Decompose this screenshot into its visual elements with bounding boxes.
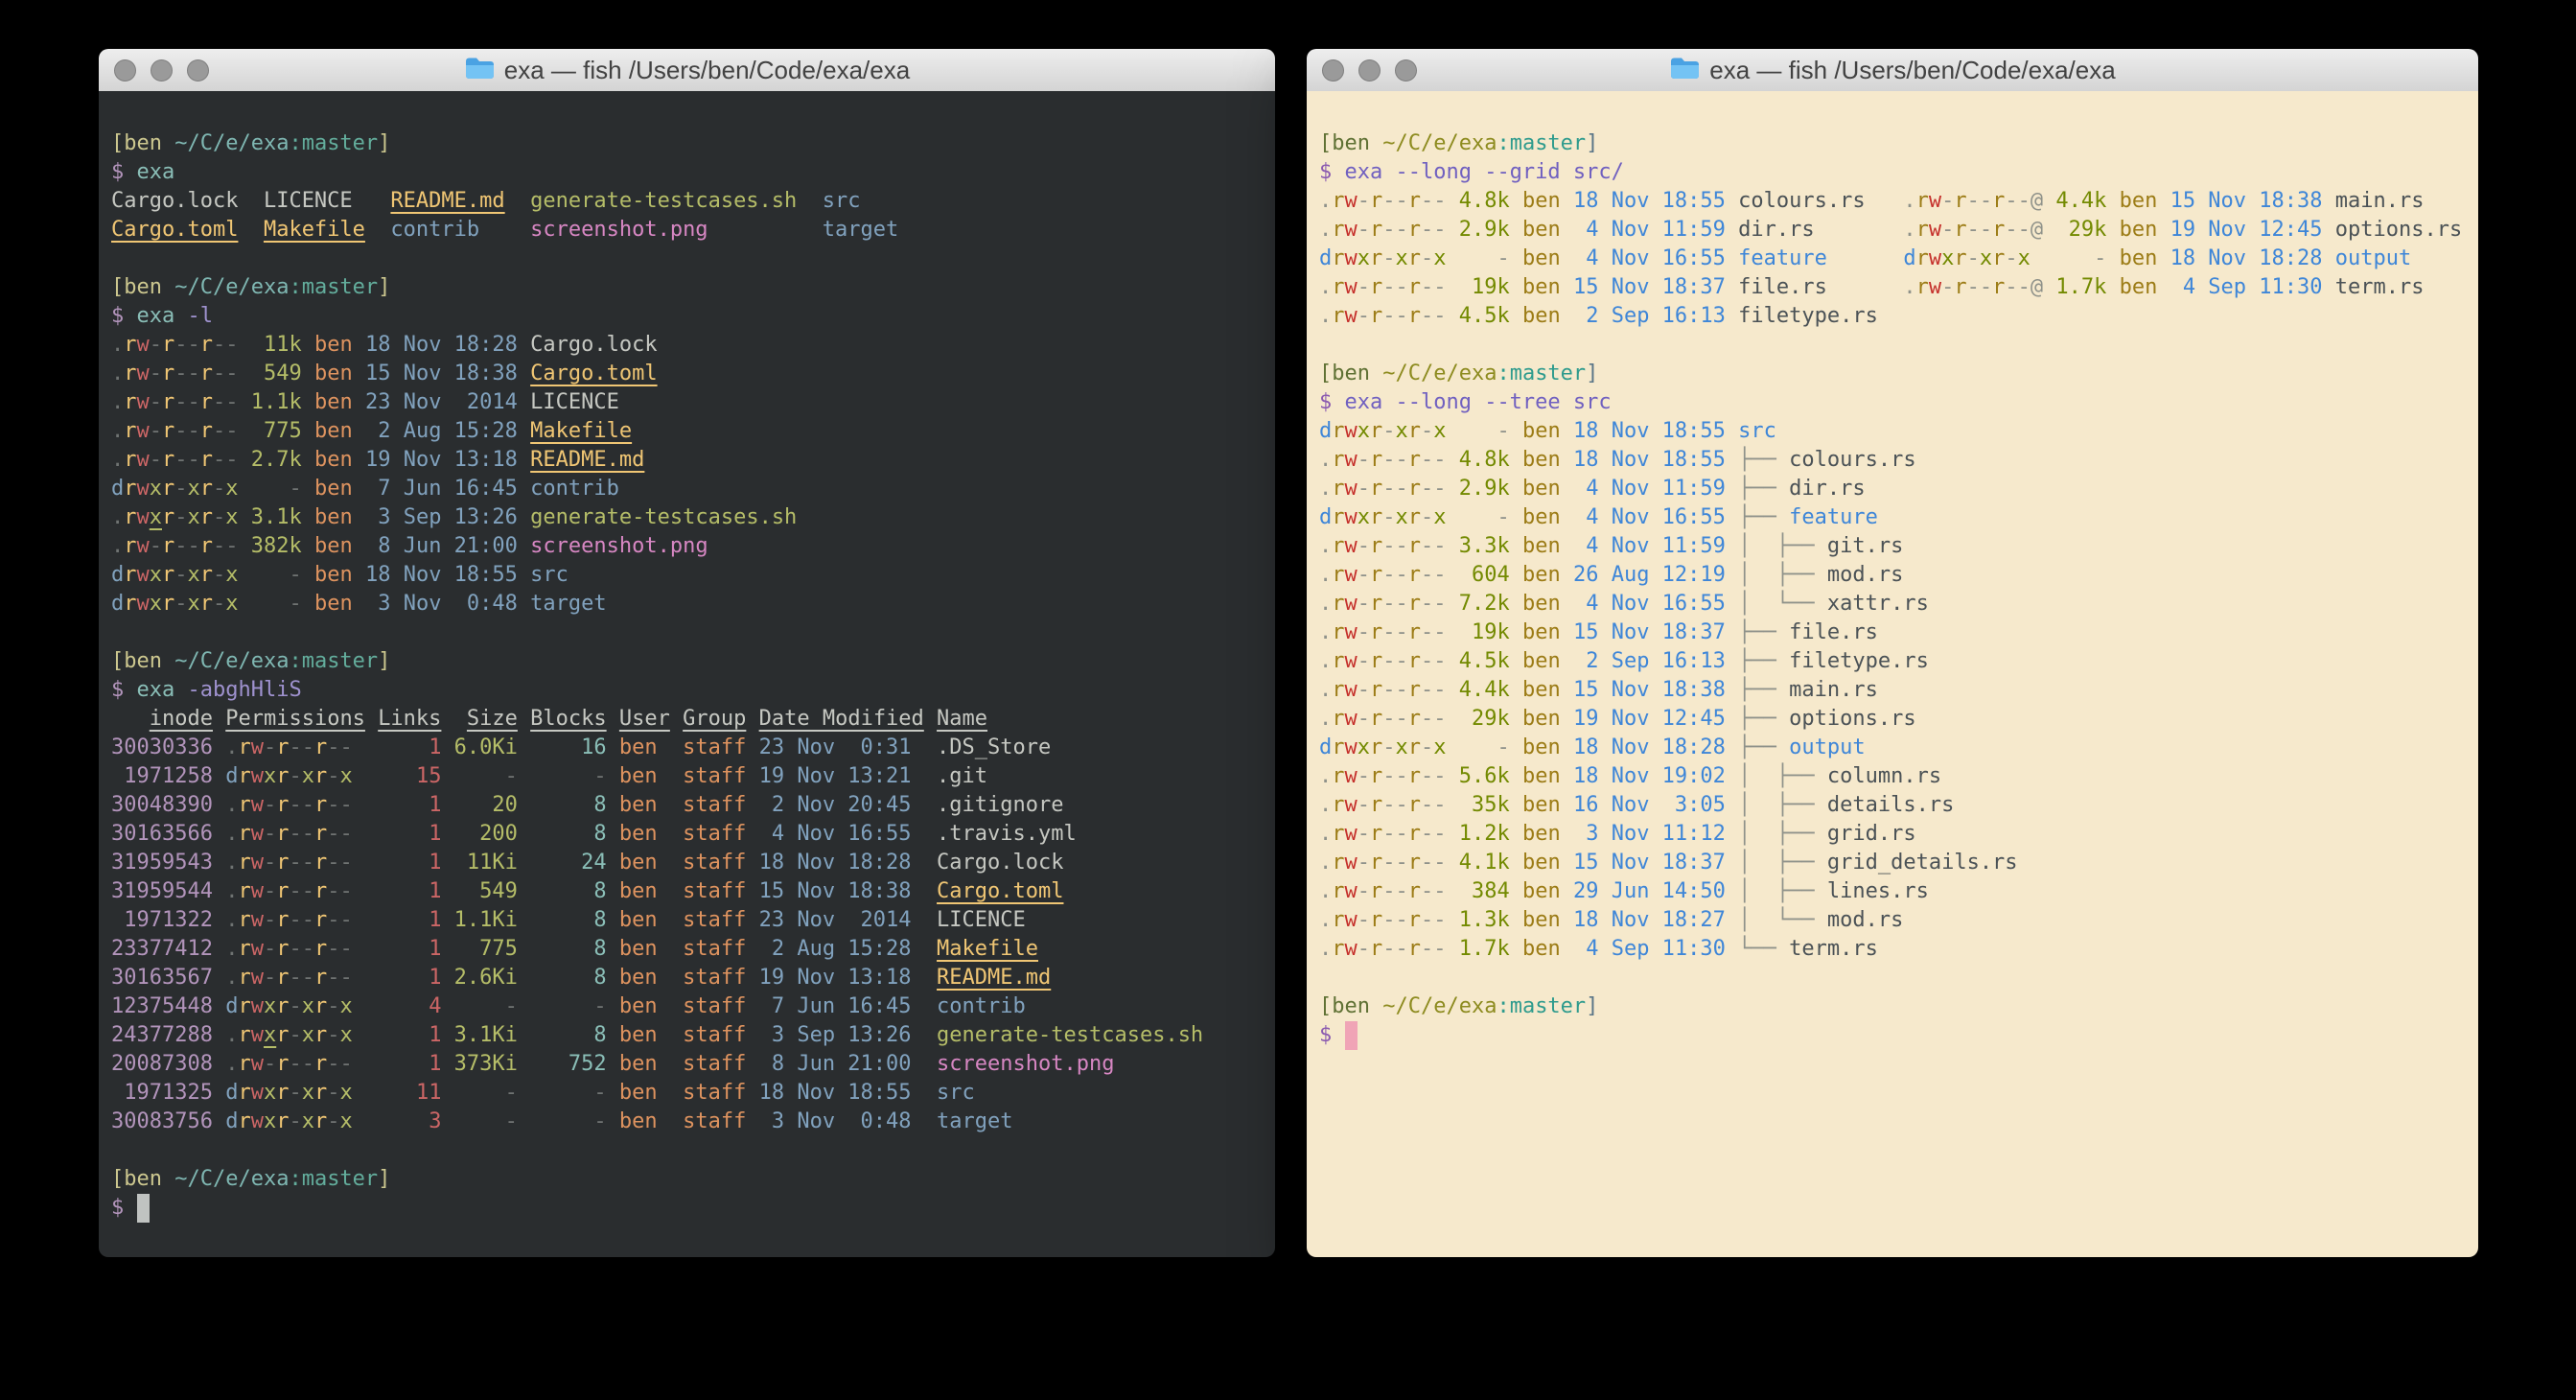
terminal-line: $ exa -l bbox=[111, 302, 1263, 331]
zoom-button[interactable] bbox=[1395, 59, 1417, 82]
terminal-line: .rw-r--r-- 3.3k ben 4 Nov 11:59 │ ├── gi… bbox=[1319, 532, 2466, 561]
terminal-line: 23377412 .rw-r--r-- 1 775 8 ben staff 2 … bbox=[111, 935, 1263, 964]
terminal-line: 31959544 .rw-r--r-- 1 549 8 ben staff 15… bbox=[111, 877, 1263, 906]
terminal-line: 30030336 .rw-r--r-- 1 6.0Ki 16 ben staff… bbox=[111, 734, 1263, 762]
terminal-line bbox=[111, 618, 1263, 647]
terminal-line: [ben ~/C/e/exa:master] bbox=[1319, 360, 2466, 388]
terminal-line: 12375448 drwxr-xr-x 4 - - ben staff 7 Ju… bbox=[111, 992, 1263, 1021]
folder-icon bbox=[1669, 56, 1700, 85]
terminal-line: .rw-r--r-- 1.1k ben 23 Nov 2014 LICENCE bbox=[111, 388, 1263, 417]
terminal-line: .rw-r--r-- 19k ben 15 Nov 18:37 file.rs … bbox=[1319, 273, 2466, 302]
terminal-line: Cargo.toml Makefile contrib screenshot.p… bbox=[111, 216, 1263, 245]
terminal-line: $ exa --long --grid src/ bbox=[1319, 158, 2466, 187]
window-controls bbox=[114, 49, 209, 91]
terminal-line: $ bbox=[111, 1194, 1263, 1223]
terminal-line: .rw-r--r-- 2.9k ben 4 Nov 11:59 ├── dir.… bbox=[1319, 475, 2466, 503]
terminal-line: inode Permissions Links Size Blocks User… bbox=[111, 705, 1263, 734]
terminal-line: .rw-r--r-- 382k ben 8 Jun 21:00 screensh… bbox=[111, 532, 1263, 561]
terminal-line: 30163566 .rw-r--r-- 1 200 8 ben staff 4 … bbox=[111, 820, 1263, 849]
terminal-line: .rw-r--r-- 2.9k ben 4 Nov 11:59 dir.rs .… bbox=[1319, 216, 2466, 245]
minimize-button[interactable] bbox=[151, 59, 173, 82]
cursor-block bbox=[137, 1194, 150, 1223]
terminal-line: .rw-r--r-- 4.5k ben 2 Sep 16:13 filetype… bbox=[1319, 302, 2466, 331]
window-title: exa — fish /Users/ben/Code/exa/exa bbox=[1709, 56, 2115, 85]
terminal-line: drwxr-xr-x - ben 3 Nov 0:48 target bbox=[111, 590, 1263, 618]
terminal-line: drwxr-xr-x - ben 4 Nov 16:55 ├── feature bbox=[1319, 503, 2466, 532]
terminal-line: [ben ~/C/e/exa:master] bbox=[111, 1165, 1263, 1194]
terminal-screen-left[interactable]: [ben ~/C/e/exa:master]$ exaCargo.lock LI… bbox=[99, 91, 1275, 1257]
terminal-line: $ exa --long --tree src bbox=[1319, 388, 2466, 417]
terminal-line: [ben ~/C/e/exa:master] bbox=[111, 647, 1263, 676]
terminal-line: $ bbox=[1319, 1021, 2466, 1050]
zoom-button[interactable] bbox=[187, 59, 209, 82]
terminal-line: drwxr-xr-x - ben 4 Nov 16:55 feature drw… bbox=[1319, 245, 2466, 273]
terminal-line: .rw-r--r-- 384 ben 29 Jun 14:50 │ ├── li… bbox=[1319, 877, 2466, 906]
terminal-line: 30163567 .rw-r--r-- 1 2.6Ki 8 ben staff … bbox=[111, 964, 1263, 992]
terminal-line: 30048390 .rw-r--r-- 1 20 8 ben staff 2 N… bbox=[111, 791, 1263, 820]
terminal-line: .rw-r--r-- 1.3k ben 18 Nov 18:27 │ └── m… bbox=[1319, 906, 2466, 935]
titlebar-left[interactable]: exa — fish /Users/ben/Code/exa/exa bbox=[99, 49, 1275, 92]
window-controls bbox=[1322, 49, 1417, 91]
terminal-window-left: exa — fish /Users/ben/Code/exa/exa [ben … bbox=[99, 49, 1275, 1257]
terminal-line bbox=[1319, 331, 2466, 360]
terminal-line: .rw-r--r-- 4.1k ben 15 Nov 18:37 │ ├── g… bbox=[1319, 849, 2466, 877]
terminal-window-right: exa — fish /Users/ben/Code/exa/exa [ben … bbox=[1307, 49, 2478, 1257]
terminal-line: .rw-r--r-- 1.7k ben 4 Sep 11:30 └── term… bbox=[1319, 935, 2466, 964]
terminal-line: .rw-r--r-- 775 ben 2 Aug 15:28 Makefile bbox=[111, 417, 1263, 446]
terminal-line: $ exa bbox=[111, 158, 1263, 187]
terminal-line: drwxr-xr-x - ben 18 Nov 18:28 ├── output bbox=[1319, 734, 2466, 762]
window-title: exa — fish /Users/ben/Code/exa/exa bbox=[504, 56, 910, 85]
terminal-line: .rw-r--r-- 7.2k ben 4 Nov 16:55 │ └── xa… bbox=[1319, 590, 2466, 618]
terminal-line: [ben ~/C/e/exa:master] bbox=[111, 129, 1263, 158]
close-button[interactable] bbox=[114, 59, 136, 82]
terminal-line: [ben ~/C/e/exa:master] bbox=[1319, 129, 2466, 158]
terminal-line: Cargo.lock LICENCE README.md generate-te… bbox=[111, 187, 1263, 216]
terminal-line: .rw-r--r-- 604 ben 26 Aug 12:19 │ ├── mo… bbox=[1319, 561, 2466, 590]
terminal-line: .rw-r--r-- 4.8k ben 18 Nov 18:55 colours… bbox=[1319, 187, 2466, 216]
terminal-line: .rw-r--r-- 35k ben 16 Nov 3:05 │ ├── det… bbox=[1319, 791, 2466, 820]
terminal-line: .rw-r--r-- 19k ben 15 Nov 18:37 ├── file… bbox=[1319, 618, 2466, 647]
terminal-line: .rw-r--r-- 11k ben 18 Nov 18:28 Cargo.lo… bbox=[111, 331, 1263, 360]
close-button[interactable] bbox=[1322, 59, 1344, 82]
terminal-line bbox=[1319, 964, 2466, 992]
terminal-line: 30083756 drwxr-xr-x 3 - - ben staff 3 No… bbox=[111, 1108, 1263, 1136]
folder-icon bbox=[464, 56, 495, 85]
terminal-line: drwxr-xr-x - ben 7 Jun 16:45 contrib bbox=[111, 475, 1263, 503]
cursor-block bbox=[1345, 1021, 1358, 1050]
terminal-line: 20087308 .rw-r--r-- 1 373Ki 752 ben staf… bbox=[111, 1050, 1263, 1079]
terminal-line: 1971325 drwxr-xr-x 11 - - ben staff 18 N… bbox=[111, 1079, 1263, 1108]
terminal-line: 1971322 .rw-r--r-- 1 1.1Ki 8 ben staff 2… bbox=[111, 906, 1263, 935]
terminal-line: [ben ~/C/e/exa:master] bbox=[111, 273, 1263, 302]
terminal-line: .rw-r--r-- 549 ben 15 Nov 18:38 Cargo.to… bbox=[111, 360, 1263, 388]
terminal-screen-right[interactable]: [ben ~/C/e/exa:master]$ exa --long --gri… bbox=[1307, 91, 2478, 1257]
terminal-line: drwxr-xr-x - ben 18 Nov 18:55 src bbox=[111, 561, 1263, 590]
terminal-line: .rw-r--r-- 29k ben 19 Nov 12:45 ├── opti… bbox=[1319, 705, 2466, 734]
terminal-line: .rwxr-xr-x 3.1k ben 3 Sep 13:26 generate… bbox=[111, 503, 1263, 532]
terminal-line: [ben ~/C/e/exa:master] bbox=[1319, 992, 2466, 1021]
terminal-line: 1971258 drwxr-xr-x 15 - - ben staff 19 N… bbox=[111, 762, 1263, 791]
terminal-line: 31959543 .rw-r--r-- 1 11Ki 24 ben staff … bbox=[111, 849, 1263, 877]
terminal-line: .rw-r--r-- 5.6k ben 18 Nov 19:02 │ ├── c… bbox=[1319, 762, 2466, 791]
minimize-button[interactable] bbox=[1358, 59, 1381, 82]
terminal-line: .rw-r--r-- 1.2k ben 3 Nov 11:12 │ ├── gr… bbox=[1319, 820, 2466, 849]
titlebar-right[interactable]: exa — fish /Users/ben/Code/exa/exa bbox=[1307, 49, 2478, 92]
terminal-line: drwxr-xr-x - ben 18 Nov 18:55 src bbox=[1319, 417, 2466, 446]
terminal-line bbox=[111, 245, 1263, 273]
terminal-line: .rw-r--r-- 2.7k ben 19 Nov 13:18 README.… bbox=[111, 446, 1263, 475]
terminal-line: .rw-r--r-- 4.5k ben 2 Sep 16:13 ├── file… bbox=[1319, 647, 2466, 676]
terminal-line: .rw-r--r-- 4.8k ben 18 Nov 18:55 ├── col… bbox=[1319, 446, 2466, 475]
terminal-line: .rw-r--r-- 4.4k ben 15 Nov 18:38 ├── mai… bbox=[1319, 676, 2466, 705]
terminal-line bbox=[111, 1136, 1263, 1165]
terminal-line: $ exa -abghHliS bbox=[111, 676, 1263, 705]
terminal-line: 24377288 .rwxr-xr-x 1 3.1Ki 8 ben staff … bbox=[111, 1021, 1263, 1050]
